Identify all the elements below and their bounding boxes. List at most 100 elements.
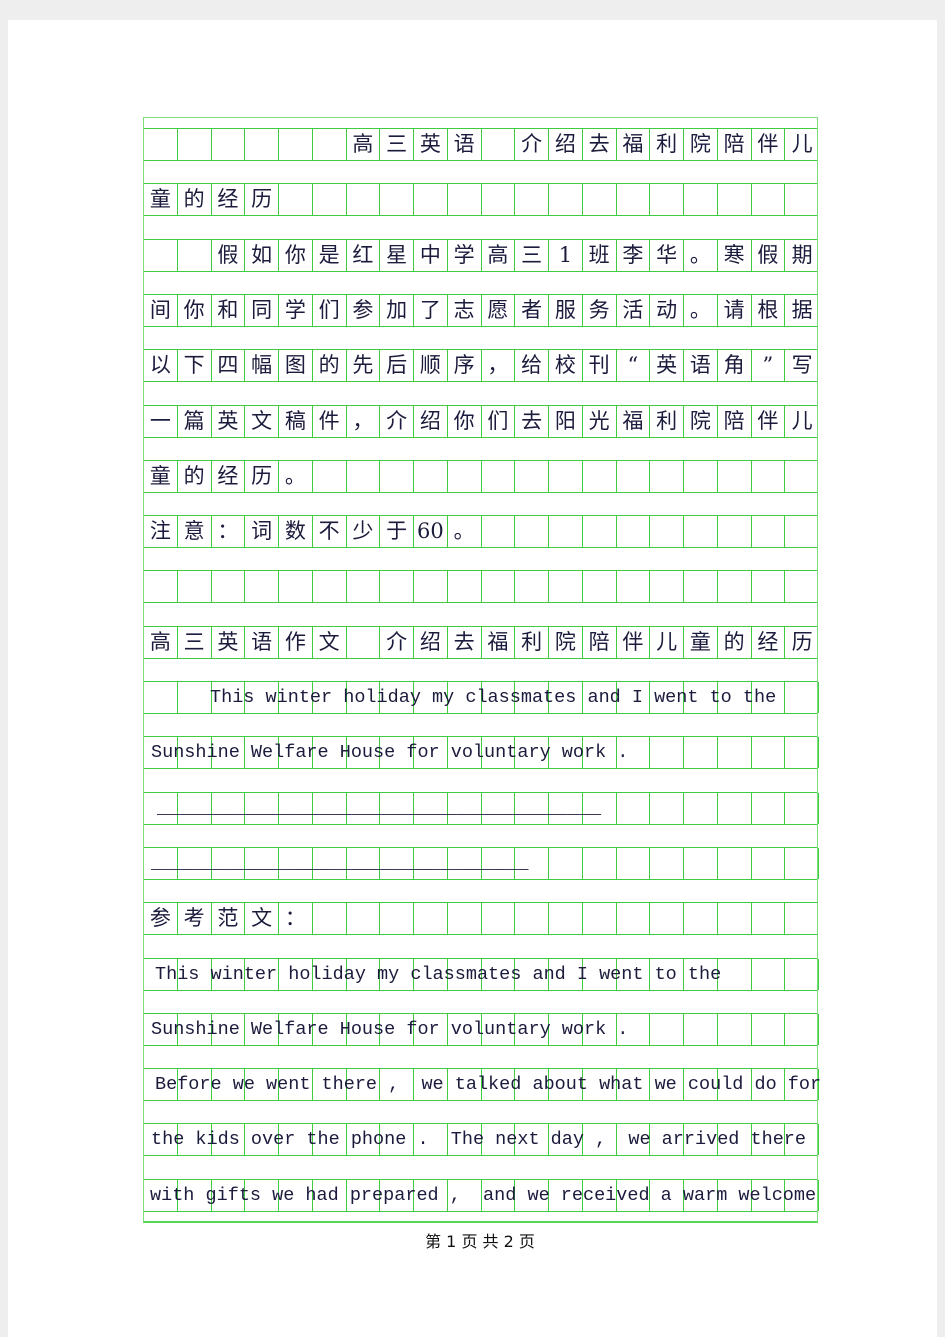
- grid-cell: [650, 1013, 684, 1045]
- grid-cell: 英: [414, 129, 448, 160]
- grid-cell: 们: [313, 294, 347, 326]
- grid-cell: [347, 903, 381, 935]
- grid-cell: [583, 460, 617, 492]
- grid-row: 高三英语作文 介绍去福利院陪伴儿童的经历: [144, 625, 817, 659]
- grid-cell: 语: [684, 350, 718, 382]
- grid-row: __________________________________: [144, 846, 819, 880]
- grid-cell: 英: [212, 626, 246, 658]
- grid-cell: [785, 1013, 819, 1045]
- grid-cell: 1: [549, 239, 583, 271]
- grid-cell: [414, 571, 448, 603]
- grid-cell: 60: [414, 516, 448, 548]
- grid-cell: [752, 958, 786, 990]
- grid-cell: [752, 184, 786, 216]
- grid-row: 间你和同学们参加了志愿者服务活动。请根据: [144, 293, 817, 327]
- grid-cell: 如: [245, 239, 279, 271]
- grid-cell: [785, 682, 819, 713]
- grid-cell: [617, 792, 651, 824]
- grid-cell: [650, 516, 684, 548]
- grid-cell: [380, 460, 414, 492]
- grid-cell: 假: [212, 239, 246, 271]
- grid-cell: 根: [752, 294, 786, 326]
- grid-cell: 经: [212, 184, 246, 216]
- grid-cell: 。: [684, 294, 718, 326]
- grid-cell: [347, 571, 381, 603]
- grid-cell: 一: [144, 405, 178, 437]
- grid-cell: [785, 516, 819, 547]
- grid-cell: 利: [650, 405, 684, 437]
- grid-cell: [482, 129, 516, 160]
- grid-cell: [448, 460, 482, 492]
- grid-cell: [515, 903, 549, 935]
- grid-cell: 篇: [178, 405, 212, 437]
- grid-cell: 词: [245, 516, 279, 548]
- grid-cell: 你: [448, 405, 482, 437]
- grid-cell: [549, 847, 583, 879]
- grid-cell: 活: [617, 294, 651, 326]
- grid-cell: 愿: [482, 294, 516, 326]
- grid-cell: 李: [617, 239, 651, 271]
- grid-cell: 的: [178, 184, 212, 216]
- grid-cell: [482, 184, 516, 216]
- page-footer: 第 1 页 共 2 页: [425, 1232, 535, 1251]
- grid-cell: 于: [380, 516, 414, 548]
- grid-cell: [718, 792, 752, 824]
- grid-cell: [549, 516, 583, 548]
- grid-row: 注意：词数不少于 60。: [144, 515, 819, 549]
- grid-cell: 三: [380, 129, 414, 160]
- grid-cell: 语: [448, 129, 482, 160]
- grid-cell: 写: [791, 353, 813, 378]
- grid-cell: [347, 626, 381, 658]
- grid-cell: 绍: [414, 405, 448, 437]
- grid-cell: 语: [245, 626, 279, 658]
- grid-cell: 顺: [414, 350, 448, 382]
- essay-line: Before we went there , we talked about w…: [155, 1074, 822, 1096]
- grid-cell: 英: [650, 350, 684, 382]
- grid-cell: [144, 239, 178, 271]
- grid-cell: [279, 571, 313, 603]
- grid-cell: [650, 737, 684, 769]
- grid-cell: [752, 516, 786, 548]
- grid-cell: 去: [583, 129, 617, 160]
- grid-cell: 童: [144, 184, 178, 216]
- grid-cell: 数: [279, 516, 313, 548]
- grid-row: Sunshine Welfare House for voluntary wor…: [144, 736, 819, 770]
- grid-cell: 务: [583, 294, 617, 326]
- grid-cell: [549, 571, 583, 603]
- grid-cell: 后: [380, 350, 414, 382]
- composition-grid: 高三英语介绍去福利院陪伴儿童的经历假如你是红星中学高三 1 班李华。寒假期间你和同学…: [143, 117, 822, 1223]
- grid-cell: 利: [515, 626, 549, 658]
- grid-cell: 介: [380, 405, 414, 437]
- grid-cell: [347, 460, 381, 492]
- grid-cell: [482, 516, 516, 548]
- grid-cell: [549, 460, 583, 492]
- grid-cell: [718, 958, 752, 990]
- grid-cell: 陪: [718, 129, 752, 160]
- grid-cell: ”: [752, 350, 786, 382]
- grid-cell: 是: [313, 239, 347, 271]
- grid-cell: [583, 903, 617, 935]
- grid-cell: 华: [650, 239, 684, 271]
- grid-cell: 学: [279, 294, 313, 326]
- grid-cell: 请: [718, 294, 752, 326]
- essay-line: Sunshine Welfare House for voluntary wor…: [151, 1018, 629, 1040]
- grid-cell: 去: [515, 405, 549, 437]
- grid-cell: [617, 847, 651, 879]
- grid-cell: 英: [212, 405, 246, 437]
- grid-cell: [279, 129, 313, 160]
- grid-cell: [785, 461, 819, 492]
- grid-cell: 寒: [718, 239, 752, 271]
- grid-cell: ：: [279, 903, 313, 935]
- grid-cell: [752, 571, 786, 603]
- grid-cell: [718, 184, 752, 216]
- grid-cell: [650, 847, 684, 879]
- grid-cell: [785, 903, 819, 934]
- grid-cell: [617, 516, 651, 548]
- grid-cell: [650, 792, 684, 824]
- grid-cell: [684, 184, 718, 216]
- grid-cell: [617, 460, 651, 492]
- grid-row: with gifts we had prepared , and we rece…: [144, 1178, 819, 1212]
- grid-cell: 三: [515, 239, 549, 271]
- grid-cell: 福: [617, 129, 651, 160]
- grid-cell: [785, 958, 819, 990]
